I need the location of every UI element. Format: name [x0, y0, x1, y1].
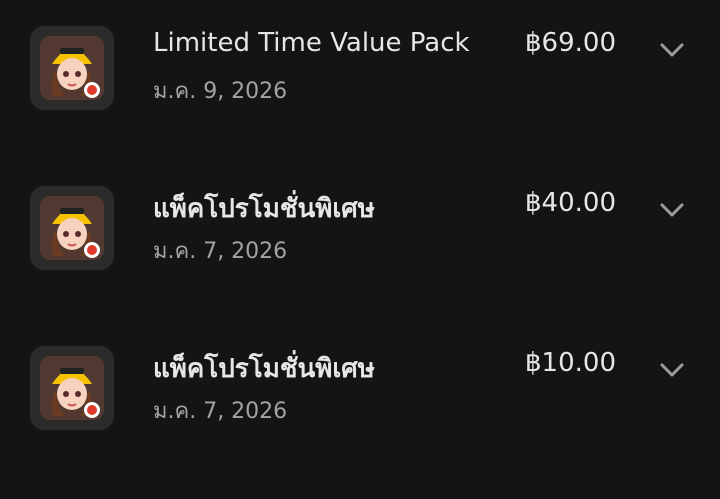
purchase-item[interactable]: Limited Time Value Pack ม.ค. 9, 2026 ฿69…: [0, 0, 720, 130]
purchase-date: ม.ค. 9, 2026: [153, 79, 288, 104]
purchase-item[interactable]: แพ็คโปรโมชั่นพิเศษ ม.ค. 7, 2026 ฿40.00: [0, 160, 720, 290]
purchase-date: ม.ค. 7, 2026: [153, 399, 288, 424]
chevron-down-icon[interactable]: [656, 194, 688, 226]
purchase-date: ม.ค. 7, 2026: [153, 239, 288, 264]
purchase-title: แพ็คโปรโมชั่นพิเศษ: [153, 354, 375, 384]
purchase-title: แพ็คโปรโมชั่นพิเศษ: [153, 194, 375, 224]
chevron-down-icon[interactable]: [656, 34, 688, 66]
chevron-down-icon[interactable]: [656, 354, 688, 386]
purchase-history-list: Limited Time Value Pack ม.ค. 9, 2026 ฿69…: [0, 0, 720, 499]
purchase-price: ฿10.00: [525, 348, 616, 378]
game-avatar-icon: [30, 186, 114, 270]
purchase-price: ฿69.00: [525, 28, 616, 58]
game-avatar-icon: [30, 26, 114, 110]
purchase-title: Limited Time Value Pack: [153, 28, 470, 58]
game-avatar-icon: [30, 346, 114, 430]
purchase-price: ฿40.00: [525, 188, 616, 218]
purchase-item[interactable]: แพ็คโปรโมชั่นพิเศษ ม.ค. 7, 2026 ฿10.00: [0, 320, 720, 450]
